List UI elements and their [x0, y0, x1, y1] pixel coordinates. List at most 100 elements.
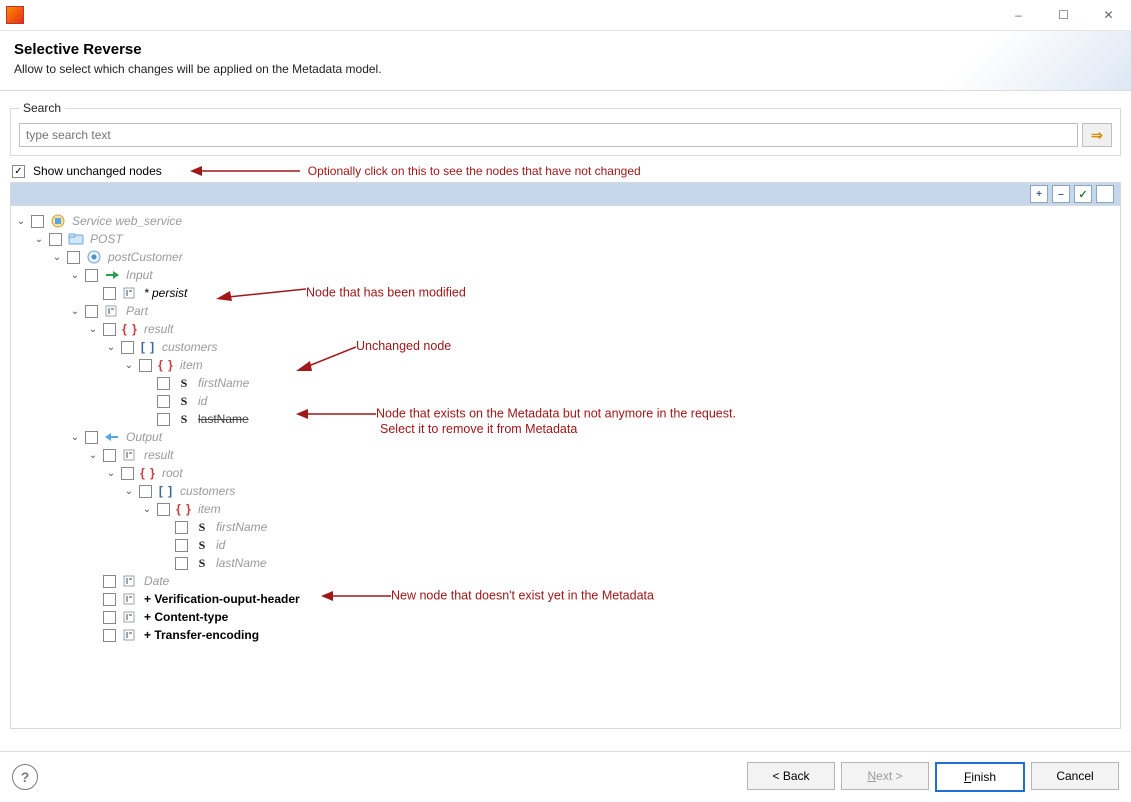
tree-row[interactable]: ⌄{ }item	[15, 500, 1116, 518]
tree-checkbox[interactable]	[103, 449, 116, 462]
tree-row[interactable]: ⌄{ }result	[15, 320, 1116, 338]
tree-row[interactable]: SlastName	[15, 554, 1116, 572]
param-icon	[122, 627, 138, 643]
tree-row[interactable]: ⌄[ ]customers	[15, 482, 1116, 500]
minimize-icon: –	[1015, 8, 1022, 22]
tree-row[interactable]: + Verification-ouput-header	[15, 590, 1116, 608]
tree-checkbox[interactable]	[175, 557, 188, 570]
next-button[interactable]: Next >	[841, 762, 929, 790]
collapse-icon[interactable]: ⌄	[105, 341, 117, 353]
tree-checkbox[interactable]	[175, 521, 188, 534]
tree-row[interactable]: SfirstName	[15, 374, 1116, 392]
tree-row[interactable]: ⌄ Input	[15, 266, 1116, 284]
tree-row[interactable]: Sid	[15, 392, 1116, 410]
collapse-icon[interactable]: ⌄	[15, 215, 27, 227]
tree-node-label: Date	[144, 574, 169, 588]
finish-button-label: Finish	[964, 770, 996, 784]
back-button[interactable]: < Back	[747, 762, 835, 790]
tree-row[interactable]: ⌄[ ]customers	[15, 338, 1116, 356]
tree-row[interactable]: ⌄ Service web_service	[15, 212, 1116, 230]
cancel-button-label: Cancel	[1056, 769, 1093, 783]
tree-row[interactable]: + Transfer-encoding	[15, 626, 1116, 644]
tree-checkbox[interactable]	[31, 215, 44, 228]
collapse-icon[interactable]: ⌄	[123, 485, 135, 497]
collapse-icon[interactable]: ⌄	[51, 251, 63, 263]
tree-checkbox[interactable]	[157, 413, 170, 426]
collapse-icon[interactable]: ⌄	[69, 269, 81, 281]
tree-node-label: postCustomer	[108, 250, 183, 264]
tree-checkbox[interactable]	[103, 287, 116, 300]
tree-node-label: Input	[126, 268, 153, 282]
tree-node-label: Service web_service	[72, 214, 182, 228]
folder-icon	[68, 231, 84, 247]
select-all-button[interactable]	[1074, 185, 1092, 203]
collapse-icon[interactable]: ⌄	[141, 503, 153, 515]
tree-checkbox[interactable]	[157, 503, 170, 516]
collapse-icon[interactable]: ⌄	[87, 449, 99, 461]
close-button[interactable]: ✕	[1086, 0, 1131, 30]
tree-checkbox[interactable]	[103, 323, 116, 336]
back-button-label: < Back	[772, 769, 809, 783]
braces-icon: { }	[140, 465, 156, 481]
collapse-icon[interactable]: ⌄	[123, 359, 135, 371]
tree-row[interactable]: ⌄{ }root	[15, 464, 1116, 482]
collapse-icon[interactable]: ⌄	[69, 431, 81, 443]
tree-checkbox[interactable]	[85, 305, 98, 318]
maximize-icon: ☐	[1058, 8, 1069, 22]
param-icon	[122, 573, 138, 589]
tree-toolbar: + –	[10, 182, 1121, 205]
tree-row[interactable]: ⌄Part	[15, 302, 1116, 320]
collapse-icon[interactable]: ⌄	[69, 305, 81, 317]
tree-row[interactable]: + Content-type	[15, 608, 1116, 626]
tree-row[interactable]: SlastName	[15, 410, 1116, 428]
tree-row[interactable]: ⌄Output	[15, 428, 1116, 446]
tree-row[interactable]: Sid	[15, 536, 1116, 554]
brackets-icon: [ ]	[140, 339, 156, 355]
tree-row[interactable]: ⌄{ }item	[15, 356, 1116, 374]
tree-checkbox[interactable]	[103, 575, 116, 588]
expand-all-button[interactable]: +	[1030, 185, 1048, 203]
minimize-button[interactable]: –	[996, 0, 1041, 30]
param-icon	[104, 303, 120, 319]
tree-checkbox[interactable]	[103, 629, 116, 642]
search-go-button[interactable]: ⇒	[1082, 123, 1112, 147]
tree-checkbox[interactable]	[103, 593, 116, 606]
tree-node-label: result	[144, 322, 173, 336]
help-button[interactable]: ?	[12, 764, 38, 790]
collapse-all-button[interactable]: –	[1052, 185, 1070, 203]
tree-checkbox[interactable]	[85, 431, 98, 444]
tree-checkbox[interactable]	[67, 251, 80, 264]
tree-node-label: item	[198, 502, 221, 516]
tree-row[interactable]: ⌄POST	[15, 230, 1116, 248]
tree-row[interactable]: * persist	[15, 284, 1116, 302]
tree-checkbox[interactable]	[139, 359, 152, 372]
tree-row[interactable]: SfirstName	[15, 518, 1116, 536]
collapse-icon[interactable]: ⌄	[105, 467, 117, 479]
tree-checkbox[interactable]	[103, 611, 116, 624]
show-unchanged-checkbox[interactable]	[12, 165, 25, 178]
tree-row[interactable]: ⌄ postCustomer	[15, 248, 1116, 266]
cancel-button[interactable]: Cancel	[1031, 762, 1119, 790]
tree-checkbox[interactable]	[49, 233, 62, 246]
page-title: Selective Reverse	[14, 41, 1117, 58]
tree-checkbox[interactable]	[157, 377, 170, 390]
collapse-icon[interactable]: ⌄	[87, 323, 99, 335]
collapse-icon[interactable]: ⌄	[33, 233, 45, 245]
tree-checkbox[interactable]	[121, 341, 134, 354]
maximize-button[interactable]: ☐	[1041, 0, 1086, 30]
toggle-spacer	[87, 593, 99, 605]
param-icon	[122, 609, 138, 625]
tree-row[interactable]: Date	[15, 572, 1116, 590]
tree-row[interactable]: ⌄result	[15, 446, 1116, 464]
show-unchanged-toggle[interactable]: Show unchanged nodes Optionally click on…	[10, 160, 1121, 182]
tree-checkbox[interactable]	[157, 395, 170, 408]
tree[interactable]: ⌄Service web_service⌄POST⌄postCustomer⌄I…	[10, 205, 1121, 729]
search-input[interactable]	[19, 123, 1078, 147]
tree-checkbox[interactable]	[175, 539, 188, 552]
deselect-all-button[interactable]	[1096, 185, 1114, 203]
tree-checkbox[interactable]	[139, 485, 152, 498]
tree-checkbox[interactable]	[121, 467, 134, 480]
tree-checkbox[interactable]	[85, 269, 98, 282]
finish-button[interactable]: Finish	[935, 762, 1025, 792]
toggle-spacer	[87, 629, 99, 641]
